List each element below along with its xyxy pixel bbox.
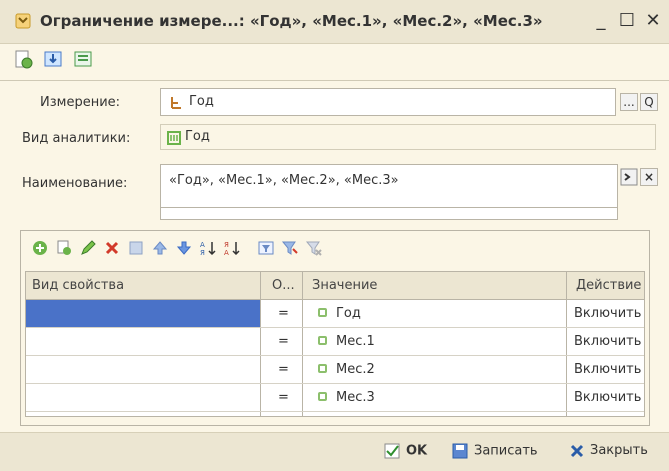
analytics-field: Год [160,124,656,150]
svg-text:A: A [200,241,205,249]
text-edit-icon[interactable] [620,168,638,186]
table-row[interactable]: = Мес.2 Включить [26,356,644,384]
end-edit-icon[interactable] [127,239,145,257]
search-button[interactable]: Q [640,93,658,111]
maximize-button[interactable]: ☐ [616,10,638,32]
save-icon [452,443,468,459]
select-button[interactable]: ... [620,93,638,111]
window-title: Ограничение измере...: «Год», «Мес.1», «… [40,12,543,30]
row-operator: = [278,390,289,405]
close-icon [570,444,584,457]
ok-label: OK [406,443,428,459]
toolbar-divider [0,80,669,81]
row-operator: = [278,306,289,321]
analytics-value: Год [185,129,210,144]
dimension-icon [171,97,181,109]
ok-icon [384,443,400,459]
column-header-action[interactable]: Действие [576,278,641,293]
title-bar[interactable]: Ограничение измере...: «Год», «Мес.1», «… [0,0,669,44]
filter-icon[interactable] [257,239,275,257]
name-value: «Год», «Мес.1», «Мес.2», «Мес.3» [169,173,399,188]
value-icon [318,308,327,317]
save-button[interactable]: Записать [452,443,538,463]
save-label: Записать [474,443,538,459]
svg-text:Я: Я [200,249,205,257]
table-header: Вид свойства О... Значение Действие [26,272,644,300]
name-scrollbar[interactable] [161,207,617,213]
footer-bar: OK Записать Закрыть [0,432,669,471]
app-icon [15,13,31,29]
sort-ascending-icon[interactable]: A Я [199,239,217,257]
ok-button[interactable]: OK [384,443,427,463]
minimize-button[interactable]: _ [590,10,612,32]
value-icon [318,364,327,373]
row-value: Мес.3 [336,390,375,405]
properties-panel: A Я Я A Вид свойства О... Значение Дейст… [20,230,650,426]
svg-text:Я: Я [224,241,229,249]
dimension-value: Год [189,94,214,109]
row-operator: = [278,362,289,377]
svg-text:A: A [224,249,229,257]
edit-icon[interactable] [79,239,97,257]
row-action: Включить [574,334,642,349]
filter-by-value-icon[interactable] [281,239,299,257]
analytics-icon [167,131,181,145]
analytics-label: Вид аналитики: [22,131,131,146]
row-action: Включить [574,390,642,405]
name-label: Наименование: [22,176,128,191]
column-header-value[interactable]: Значение [312,278,377,293]
delete-icon[interactable] [103,239,121,257]
close-button[interactable]: Закрыть [570,443,648,463]
column-header-property[interactable]: Вид свойства [32,278,124,293]
row-value: Год [336,306,361,321]
move-down-icon[interactable] [175,239,193,257]
row-value: Мес.1 [336,334,375,349]
dimension-field[interactable]: Год [160,88,616,116]
move-up-icon[interactable] [151,239,169,257]
dialog-window: Ограничение измере...: «Год», «Мес.1», «… [0,0,669,471]
row-action: Включить [574,362,642,377]
table-row[interactable]: = Мес.1 Включить [26,328,644,356]
row-value: Мес.2 [336,362,375,377]
properties-table[interactable]: Вид свойства О... Значение Действие = Го… [25,271,645,417]
dimension-label: Измерение: [40,95,121,110]
row-operator: = [278,334,289,349]
row-action: Включить [574,306,642,321]
refresh-icon[interactable] [12,48,34,70]
name-field[interactable]: «Год», «Мес.1», «Мес.2», «Мес.3» [160,164,618,220]
sort-descending-icon[interactable]: Я A [223,239,241,257]
clear-filter-icon[interactable] [305,239,323,257]
save-to-icon[interactable] [42,48,64,70]
table-row[interactable]: = Год Включить [26,300,644,328]
value-icon [318,392,327,401]
clear-button[interactable]: × [640,168,658,186]
selected-cell [26,300,260,327]
column-header-operator[interactable]: О... [272,278,295,293]
copy-icon[interactable] [55,239,73,257]
value-icon [318,336,327,345]
add-icon[interactable] [31,239,49,257]
table-row[interactable]: = Мес.3 Включить [26,384,644,412]
form-settings-icon[interactable] [72,48,94,70]
close-label: Закрыть [590,443,648,458]
close-window-button[interactable]: ✕ [642,10,664,32]
